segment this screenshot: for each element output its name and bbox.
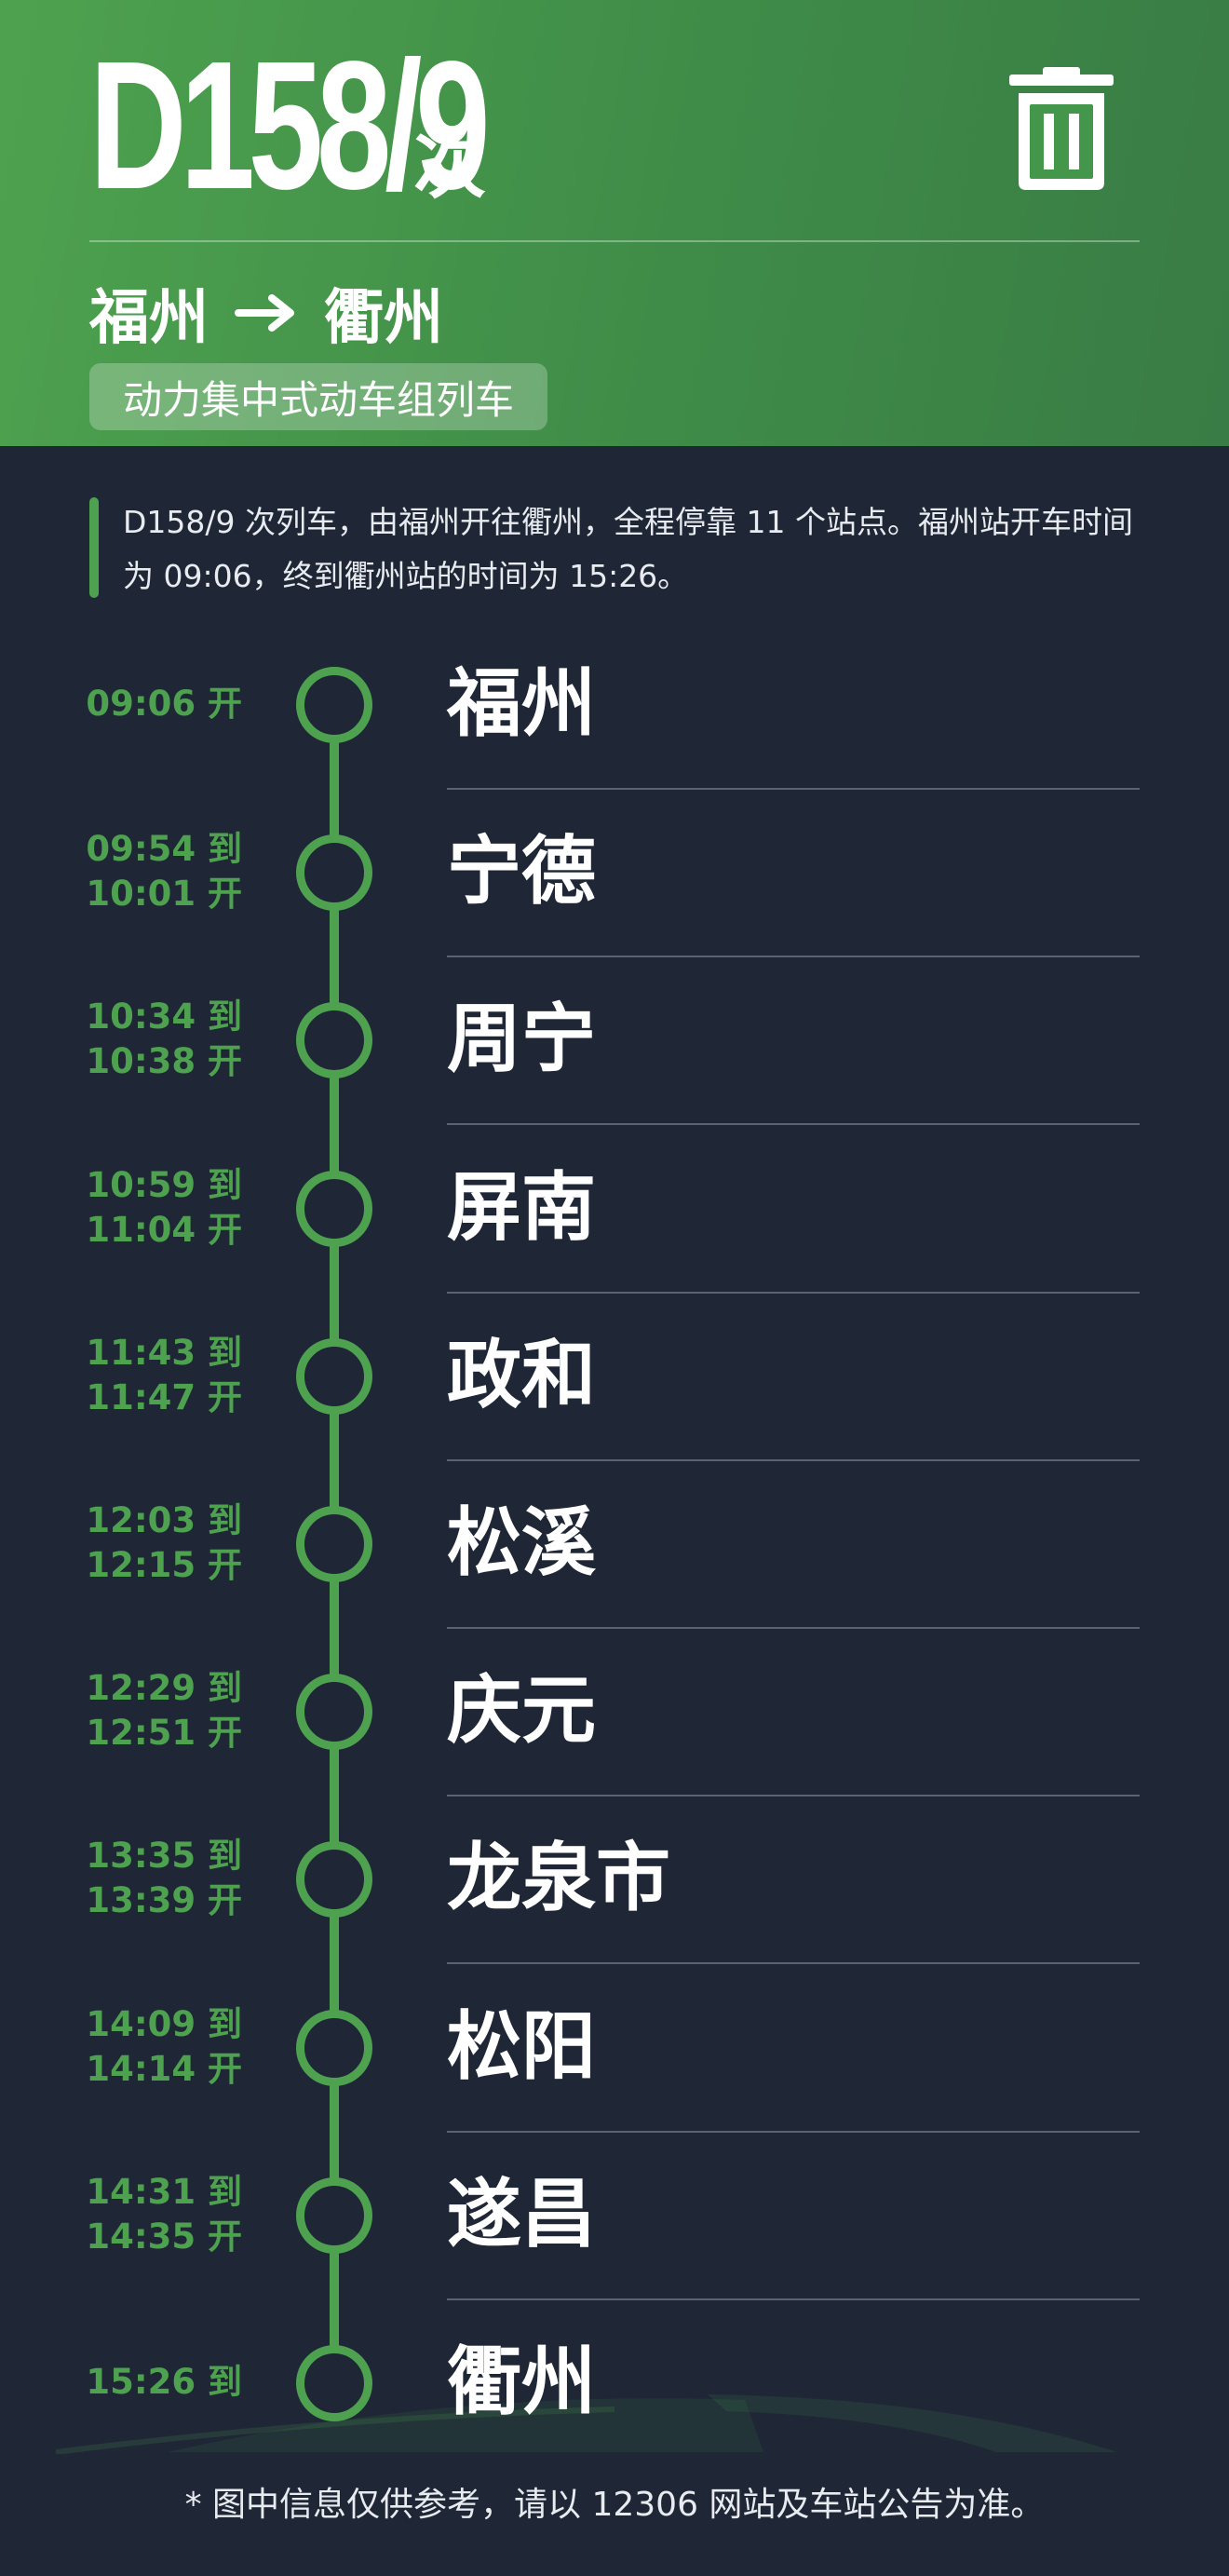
arrow-right-icon [235,294,294,332]
station-name[interactable]: 龙泉市 [447,1830,670,1927]
station-row[interactable]: 09:06 开 福州 [0,620,1229,790]
station-name[interactable]: 屏南 [447,1159,596,1256]
station-times: 14:31 到 14:35 开 [56,2131,242,2298]
station-marker-icon [296,1338,372,1415]
station-name[interactable]: 周宁 [447,991,596,1088]
station-times: 11:43 到 11:47 开 [56,1292,242,1459]
station-row[interactable]: 14:31 到 14:35 开 遂昌 [0,2131,1229,2300]
station-marker-icon [296,1506,372,1582]
station-row[interactable]: 12:29 到 12:51 开 庆元 [0,1627,1229,1796]
station-row[interactable]: 12:03 到 12:15 开 松溪 [0,1459,1229,1629]
trash-icon[interactable] [1009,67,1114,190]
destination-station: 衢州 [324,284,443,353]
station-time: 14:09 到 [86,2004,242,2044]
station-name[interactable]: 宁德 [447,823,596,920]
station-time: 11:04 开 [86,1210,242,1250]
station-row[interactable]: 09:54 到 10:01 开 宁德 [0,788,1229,957]
train-number: D158/9 [89,23,491,227]
station-times: 15:26 到 [56,2298,242,2466]
station-marker-icon [296,2345,372,2421]
station-row[interactable]: 11:43 到 11:47 开 政和 [0,1292,1229,1461]
station-row[interactable]: 15:26 到 衢州 [0,2298,1229,2466]
station-row[interactable]: 10:34 到 10:38 开 周宁 [0,956,1229,1125]
header-divider [89,240,1140,242]
station-time: 14:31 到 [86,2172,242,2212]
station-marker-icon [296,1674,372,1750]
station-time: 10:38 开 [86,1041,242,1081]
station-marker-icon [296,1171,372,1247]
station-marker-icon [296,2177,372,2254]
station-row[interactable]: 10:59 到 11:04 开 屏南 [0,1124,1229,1294]
station-time: 13:39 开 [86,1880,242,1920]
station-time: 12:15 开 [86,1545,242,1585]
station-time: 09:06 开 [86,684,242,724]
station-row[interactable]: 14:09 到 14:14 开 松阳 [0,1963,1229,2133]
station-time: 12:29 到 [86,1668,242,1708]
station-name[interactable]: 政和 [447,1327,596,1424]
train-title: D158/9 次 [89,23,491,227]
station-time: 10:59 到 [86,1165,242,1205]
station-times: 14:09 到 14:14 开 [56,1963,242,2131]
station-row[interactable]: 13:35 到 13:39 开 龙泉市 [0,1795,1229,1964]
train-header: D158/9 次 福州 衢州 动力集中式动车组列车 [0,0,1229,446]
station-name[interactable]: 松溪 [447,1495,596,1592]
station-time: 09:54 到 [86,829,242,869]
station-time: 15:26 到 [86,2362,242,2402]
station-times: 10:34 到 10:38 开 [56,956,242,1123]
station-time: 12:51 开 [86,1713,242,1753]
station-marker-icon [296,834,372,911]
station-times: 10:59 到 11:04 开 [56,1124,242,1292]
station-times: 09:54 到 10:01 开 [56,788,242,956]
station-times: 12:03 到 12:15 开 [56,1459,242,1627]
station-name[interactable]: 遂昌 [447,2166,596,2263]
disclaimer: * 图中信息仅供参考，请以 12306 网站及车站公告为准。 [184,2486,1045,2524]
station-marker-icon [296,2010,372,2086]
station-time: 11:43 到 [86,1333,242,1373]
station-time: 10:34 到 [86,997,242,1037]
station-time: 13:35 到 [86,1836,242,1876]
route: 福州 衢州 [89,276,443,353]
station-name[interactable]: 福州 [447,656,596,752]
station-name[interactable]: 衢州 [447,2334,596,2431]
station-marker-icon [296,1841,372,1918]
station-time: 10:01 开 [86,874,242,914]
station-marker-icon [296,667,372,743]
station-time: 14:14 开 [86,2049,242,2089]
station-time: 14:35 开 [86,2217,242,2257]
station-times: 09:06 开 [56,620,242,788]
station-times: 12:29 到 12:51 开 [56,1627,242,1795]
station-time: 12:03 到 [86,1500,242,1540]
train-type-badge: 动力集中式动车组列车 [89,363,548,430]
station-name[interactable]: 松阳 [447,1999,596,2095]
station-marker-icon [296,1002,372,1078]
station-time: 11:47 开 [86,1377,242,1417]
station-name[interactable]: 庆元 [447,1662,596,1759]
station-times: 13:35 到 13:39 开 [56,1795,242,1962]
route-summary: D158/9 次列车，由福州开往衢州，全程停靠 11 个站点。福州站开车时间为 … [89,495,1141,603]
origin-station: 福州 [89,284,209,353]
